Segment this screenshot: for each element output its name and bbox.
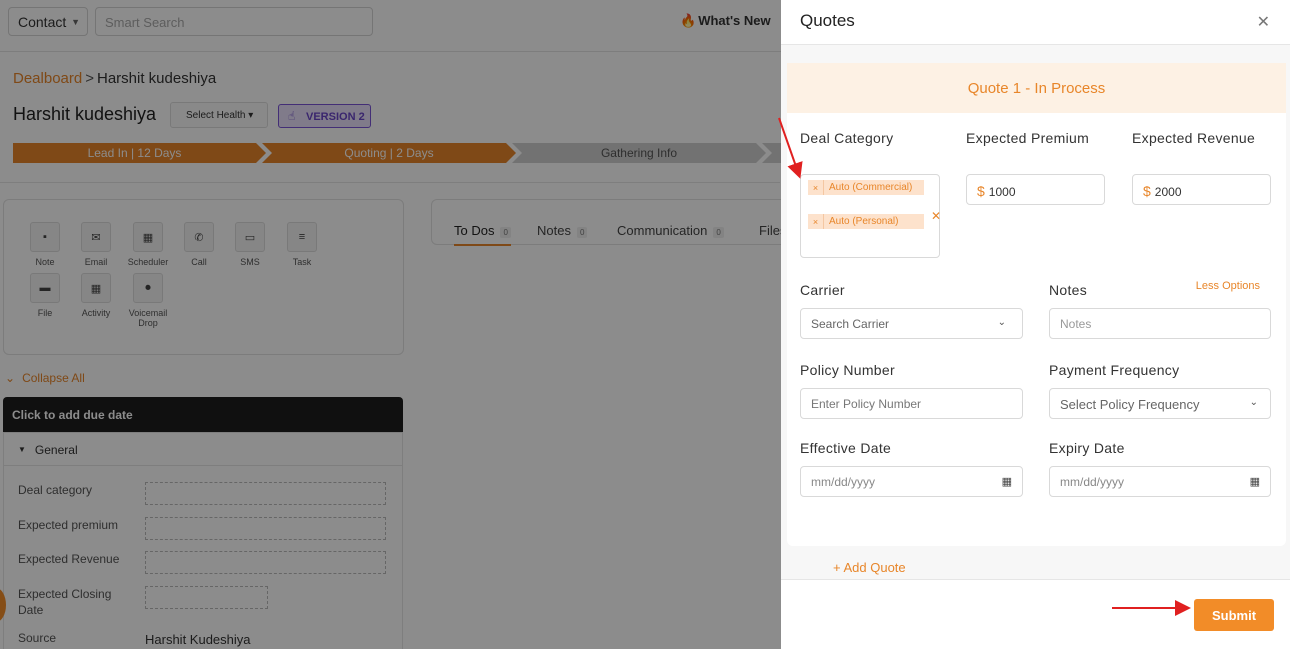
carrier-label: Carrier: [800, 282, 845, 298]
tag-auto-commercial: × Auto (Commercial): [808, 180, 924, 195]
expiry-date-input[interactable]: mm/dd/yyyy ▦: [1049, 466, 1271, 497]
remove-tag-icon[interactable]: ×: [808, 180, 824, 195]
policy-number-label: Policy Number: [800, 362, 895, 378]
notes-label: Notes: [1049, 282, 1088, 298]
less-options-link[interactable]: Less Options: [1196, 280, 1260, 292]
drawer-header: Quotes ✕: [781, 0, 1290, 45]
expected-revenue-input[interactable]: $2000: [1132, 174, 1271, 205]
quote-status-banner[interactable]: Quote 1 - In Process: [787, 63, 1286, 113]
modal-backdrop[interactable]: [0, 0, 781, 649]
policy-number-placeholder: Enter Policy Number: [811, 397, 922, 411]
notes-input[interactable]: Notes: [1049, 308, 1271, 339]
submit-button[interactable]: Submit: [1194, 599, 1274, 631]
dollar-icon: $: [977, 183, 985, 199]
add-quote-link[interactable]: + Add Quote: [833, 560, 906, 575]
expected-revenue-label: Expected Revenue: [1132, 130, 1256, 146]
carrier-select[interactable]: Search Carrier ⌄: [800, 308, 1023, 339]
expected-premium-input[interactable]: $1000: [966, 174, 1105, 205]
effective-date-input[interactable]: mm/dd/yyyy ▦: [800, 466, 1023, 497]
calendar-icon[interactable]: ▦: [1002, 475, 1012, 488]
carrier-placeholder: Search Carrier: [811, 317, 890, 331]
drawer-body: Quote 1 - In Process Deal Category × Aut…: [781, 45, 1290, 579]
payment-frequency-label: Payment Frequency: [1049, 362, 1180, 378]
expected-premium-value: 1000: [988, 185, 1016, 199]
drawer-footer: Submit: [781, 579, 1290, 649]
chevron-down-icon: ⌄: [997, 317, 1006, 328]
effective-date-placeholder: mm/dd/yyyy: [811, 475, 876, 489]
expiry-date-placeholder: mm/dd/yyyy: [1060, 475, 1125, 489]
calendar-icon[interactable]: ▦: [1250, 475, 1260, 488]
remove-tag-icon[interactable]: ×: [808, 214, 824, 229]
payment-frequency-placeholder: Select Policy Frequency: [1060, 397, 1200, 412]
expected-revenue-value: 2000: [1154, 185, 1182, 199]
quotes-drawer: Quotes ✕ Quote 1 - In Process Deal Categ…: [781, 0, 1290, 649]
quote-card: Quote 1 - In Process Deal Category × Aut…: [787, 63, 1286, 546]
tag-auto-commercial-label: Auto (Commercial): [829, 182, 913, 193]
deal-category-multiselect[interactable]: × Auto (Commercial) × Auto (Personal): [800, 174, 940, 258]
payment-frequency-select[interactable]: Select Policy Frequency ⌄: [1049, 388, 1271, 419]
effective-date-label: Effective Date: [800, 440, 892, 456]
expiry-date-label: Expiry Date: [1049, 440, 1125, 456]
close-icon[interactable]: ✕: [1257, 12, 1270, 32]
tag-auto-personal-label: Auto (Personal): [829, 216, 899, 227]
dollar-icon: $: [1143, 183, 1151, 199]
deal-category-label: Deal Category: [800, 130, 894, 146]
policy-number-input[interactable]: Enter Policy Number: [800, 388, 1023, 419]
chevron-down-icon: ⌄: [1249, 397, 1258, 408]
clear-tags-icon[interactable]: ✕: [931, 209, 941, 223]
notes-placeholder: Notes: [1060, 317, 1092, 331]
drawer-title: Quotes: [800, 11, 855, 30]
tag-auto-personal: × Auto (Personal): [808, 214, 924, 229]
expected-premium-label: Expected Premium: [966, 130, 1090, 146]
